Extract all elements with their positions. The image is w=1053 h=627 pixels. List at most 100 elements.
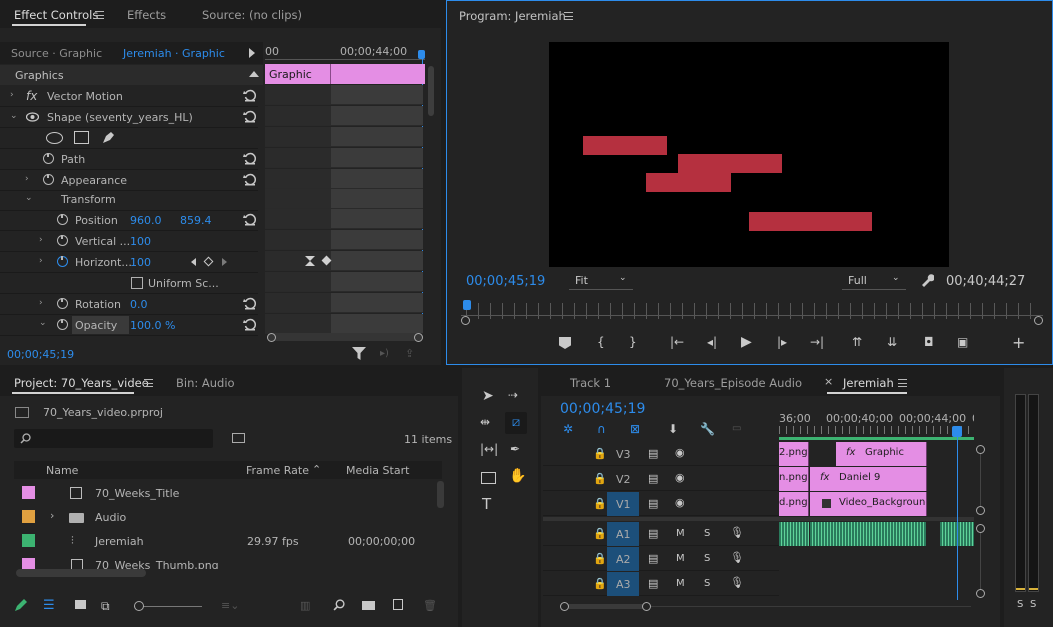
track-v3[interactable]: 🔒 V3 ▤ ◉ <box>543 442 779 466</box>
wrench-icon[interactable] <box>920 273 934 287</box>
collapse-arrow-icon[interactable]: ⌄ <box>10 111 18 121</box>
film-sync-icon[interactable]: ▤ <box>648 472 658 485</box>
zoom-handle-left[interactable] <box>461 316 470 325</box>
track-a3[interactable]: 🔒 A3 ▤ M S 🎙 <box>543 572 779 596</box>
reset-icon[interactable] <box>243 318 256 331</box>
row-opacity[interactable]: ⌄ Opacity 100.0 % <box>0 315 258 336</box>
tab-episode-audio[interactable]: 70_Years_Episode Audio <box>664 376 802 390</box>
quality-dropdown[interactable]: Full ⌄ <box>842 272 906 290</box>
label-color-swatch[interactable] <box>22 558 35 569</box>
nest-icon[interactable]: ✲ <box>563 422 573 436</box>
list-item[interactable]: ⫶ Jeremiah 29.97 fps 00;00;00;00 <box>14 529 434 553</box>
play-clip-icon[interactable] <box>249 48 255 58</box>
new-item-icon[interactable] <box>393 599 403 610</box>
timeline-hscroll[interactable] <box>560 602 974 611</box>
step-forward-icon[interactable]: |▸ <box>777 335 787 349</box>
list-item[interactable]: › Audio <box>14 505 434 529</box>
pencil-icon[interactable] <box>14 598 28 612</box>
linked-selection-icon[interactable]: ⊠ <box>630 422 640 436</box>
scroll-handle-left[interactable] <box>267 333 276 342</box>
new-bin-icon[interactable] <box>362 601 375 610</box>
timeline-timecode[interactable]: 00;00;45;19 <box>560 401 645 417</box>
list-item[interactable]: 70_Weeks_Title <box>14 481 434 505</box>
fx-icon[interactable]: fx <box>26 89 37 103</box>
vertical-scrollbar[interactable] <box>428 66 434 116</box>
filter-icon[interactable] <box>352 347 366 360</box>
close-icon[interactable]: × <box>824 375 833 388</box>
play-icon[interactable]: ▶ <box>741 334 752 350</box>
track-v1[interactable]: 🔒 V1 ▤ ◉ <box>543 492 779 516</box>
rotation-value[interactable]: 0.0 <box>130 298 148 311</box>
solo-button[interactable]: S <box>704 553 710 564</box>
film-sync-icon[interactable]: ▤ <box>648 447 658 460</box>
timeline-vscroll-bottom[interactable] <box>976 524 985 598</box>
project-hscrollbar[interactable] <box>16 569 146 577</box>
rectangle-mask-icon[interactable] <box>74 131 89 144</box>
zoom-bar[interactable] <box>461 315 1043 325</box>
track-v2[interactable]: 🔒 V2 ▤ ◉ <box>543 467 779 491</box>
horizontal-value[interactable]: 100 <box>130 256 151 269</box>
row-vector-motion[interactable]: › fx Vector Motion <box>0 86 258 107</box>
stopwatch-icon[interactable] <box>57 298 68 309</box>
sort-icons-icon[interactable]: ≡⌄ <box>221 599 239 612</box>
row-uniform-scale[interactable]: Uniform Sc... <box>0 273 258 294</box>
eye-icon[interactable]: ◉ <box>675 471 685 484</box>
opacity-value[interactable]: 100.0 % <box>130 319 175 332</box>
scroll-handle[interactable] <box>976 524 985 533</box>
stopwatch-icon[interactable] <box>57 235 68 246</box>
type-tool-icon[interactable]: T <box>482 495 491 513</box>
panel-menu-icon[interactable] <box>95 11 104 19</box>
clip-daniel[interactable]: fx Daniel 9 <box>810 467 927 491</box>
position-x-value[interactable]: 960.0 <box>130 214 162 227</box>
label-color-swatch[interactable] <box>22 534 35 547</box>
automate-to-sequence-icon[interactable]: ▥ <box>300 599 310 612</box>
add-keyframe-icon[interactable] <box>203 256 214 267</box>
tab-source[interactable]: Source: (no clips) <box>202 8 302 22</box>
panel-menu-icon[interactable] <box>898 379 907 387</box>
panel-menu-icon[interactable] <box>564 12 573 20</box>
mark-out-icon[interactable]: } <box>629 335 637 349</box>
source-label[interactable]: Source · Graphic <box>11 47 102 60</box>
current-time[interactable]: 00;00;45;19 <box>7 348 74 361</box>
pen-mask-icon[interactable] <box>101 130 116 145</box>
timeline-vscroll-top[interactable] <box>976 445 985 515</box>
eye-icon[interactable]: ◉ <box>675 446 685 459</box>
list-item[interactable]: 70_Weeks_Thumb.png <box>14 553 434 569</box>
export-frame-icon[interactable]: ◘ <box>924 335 934 349</box>
stopwatch-icon[interactable] <box>57 319 68 330</box>
go-to-out-icon[interactable]: →| <box>810 335 824 349</box>
reset-icon[interactable] <box>243 152 256 165</box>
collapse-arrow-icon[interactable]: ⌄ <box>39 318 47 328</box>
reset-icon[interactable] <box>243 110 256 123</box>
collapse-up-icon[interactable] <box>249 71 259 77</box>
graphic-clip-bar[interactable]: Graphic <box>265 64 425 84</box>
comparison-view-icon[interactable]: ▣ <box>957 335 968 349</box>
marker-icon[interactable] <box>559 337 571 349</box>
clip-v3-left[interactable]: 2.png <box>779 442 809 466</box>
collapse-arrow-icon[interactable]: ⌄ <box>25 193 33 203</box>
lock-icon[interactable]: 🔒 <box>593 552 607 565</box>
tab-track-1[interactable]: Track 1 <box>570 376 611 390</box>
reset-icon[interactable] <box>243 173 256 186</box>
clip-graphic[interactable]: fx Graphic <box>836 442 927 466</box>
zoom-slider[interactable] <box>134 606 202 607</box>
scroll-thumb[interactable] <box>564 604 646 609</box>
tab-effect-controls[interactable]: Effect Controls <box>14 8 98 22</box>
clip-video-background[interactable]: Video_Background.p <box>810 492 927 516</box>
scroll-handle-left[interactable] <box>560 602 569 611</box>
pen-tool-icon[interactable]: ✒ <box>510 442 520 456</box>
scroll-handle-right[interactable] <box>414 333 423 342</box>
zoom-dropdown[interactable]: Fit ⌄ <box>569 272 633 290</box>
expand-arrow-icon[interactable]: › <box>39 235 43 245</box>
captions-icon[interactable]: ▭ <box>732 423 741 434</box>
scroll-handle[interactable] <box>976 589 985 598</box>
mute-button[interactable]: M <box>676 528 685 539</box>
track-a1[interactable]: 🔒 A1 ▤ M S 🎙 <box>543 522 779 546</box>
lock-icon[interactable]: 🔒 <box>593 447 607 460</box>
selection-tool-icon[interactable]: ➤ <box>482 388 494 404</box>
rectangle-tool-icon[interactable] <box>481 472 496 484</box>
vertical-value[interactable]: 100 <box>130 235 151 248</box>
uniform-scale-checkbox[interactable] <box>131 277 143 289</box>
ripple-edit-tool-icon[interactable]: ⇹ <box>480 415 490 429</box>
reset-icon[interactable] <box>243 213 256 226</box>
